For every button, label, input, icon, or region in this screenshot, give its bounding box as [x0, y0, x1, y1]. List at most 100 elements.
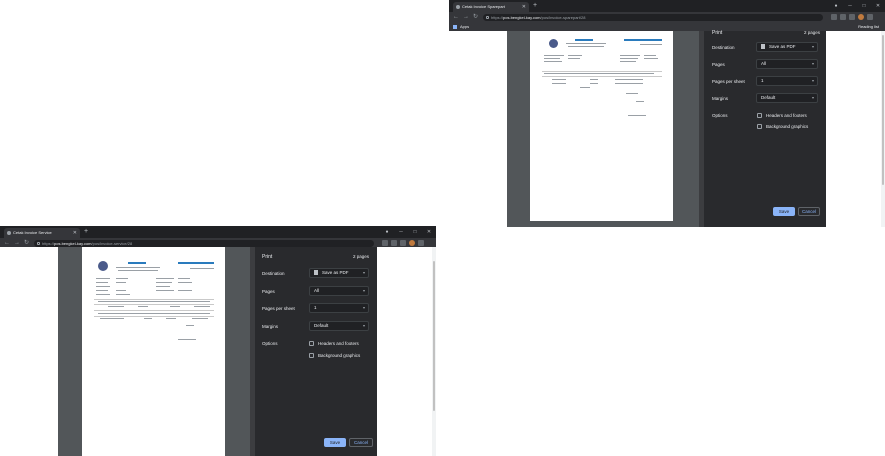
invoice-total	[626, 93, 638, 94]
pages-per-sheet-select[interactable]: 1 ▾	[756, 76, 818, 86]
address-bar[interactable]: https://pos.bengkel-kay.com/pos/invoice-…	[34, 240, 374, 247]
background-graphics-checkbox[interactable]	[757, 124, 762, 129]
chevron-down-icon: ▾	[362, 270, 365, 275]
pdf-icon	[314, 270, 318, 276]
minimize-button[interactable]: ─	[843, 0, 857, 12]
cancel-button[interactable]: Cancel	[349, 438, 373, 447]
invoice-field	[620, 61, 636, 62]
invoice-field	[544, 58, 560, 59]
print-preview	[58, 247, 255, 456]
options-label: Options	[712, 113, 728, 118]
new-tab-button[interactable]: +	[84, 227, 88, 237]
destination-label: Destination	[262, 271, 285, 276]
headers-footers-checkbox[interactable]	[757, 113, 762, 118]
window-controls: ● ─ □ ✕	[380, 226, 436, 238]
margins-label: Margins	[262, 324, 279, 329]
background-graphics-checkbox[interactable]	[309, 353, 314, 358]
back-arrow-icon[interactable]: ←	[453, 12, 459, 23]
destination-select[interactable]: Save as PDF ▾	[756, 42, 818, 52]
invoice-field	[96, 290, 108, 291]
invoice-heading	[178, 262, 214, 264]
page-content: Print 2 pages Destination Save as PDF ▾ P…	[0, 247, 436, 456]
close-tab-icon[interactable]: ✕	[73, 228, 77, 238]
chevron-down-icon: ▾	[811, 95, 814, 100]
margins-label: Margins	[712, 96, 729, 101]
print-title: Print	[262, 254, 273, 260]
margins-value: Default	[314, 323, 329, 328]
headers-footers-checkbox[interactable]	[309, 341, 314, 346]
save-button[interactable]: Save	[773, 207, 795, 216]
invoice-table-header	[98, 313, 210, 314]
pages-value: All	[761, 61, 767, 66]
close-window-button[interactable]: ✕	[871, 0, 885, 12]
print-settings-panel: Print 2 pages Destination Save as PDF ▾ P…	[255, 247, 377, 456]
pages-select[interactable]: All ▾	[756, 59, 818, 69]
toolbar-icons	[382, 240, 424, 246]
invoice-table-rule	[94, 299, 214, 300]
page-scrollbar[interactable]	[432, 247, 436, 456]
headers-footers-label: Headers and footers	[766, 113, 807, 118]
reload-icon[interactable]: ↻	[473, 12, 478, 23]
maximize-button[interactable]: □	[408, 226, 422, 238]
star-icon[interactable]	[831, 14, 837, 20]
invoice-table-header	[98, 301, 210, 302]
minimize-button[interactable]: ─	[394, 226, 408, 238]
url-host: pos.bengkel-kay.com	[503, 15, 541, 20]
invoice-number	[190, 268, 214, 269]
invoice-table-row	[194, 306, 210, 307]
invoice-signature	[628, 115, 646, 116]
invoice-field	[178, 278, 190, 279]
star-icon[interactable]	[382, 240, 388, 246]
destination-select[interactable]: Save as PDF ▾	[309, 268, 369, 278]
invoice-address-line	[116, 267, 160, 268]
pages-per-sheet-value: 1	[314, 305, 317, 310]
close-window-button[interactable]: ✕	[422, 226, 436, 238]
invoice-field	[178, 282, 192, 283]
extension-icon[interactable]	[849, 14, 855, 20]
destination-value: Save as PDF	[769, 44, 796, 49]
invoice-table-rule	[94, 310, 214, 311]
extensions-icon[interactable]	[391, 240, 397, 246]
pages-per-sheet-select[interactable]: 1 ▾	[309, 303, 369, 313]
chevron-down-icon: ▾	[811, 61, 814, 66]
invoice-logo	[98, 261, 108, 271]
forward-arrow-icon[interactable]: →	[463, 12, 469, 23]
address-bar[interactable]: https://pos.bengkel-kay.com/pos/invoice-…	[483, 14, 823, 21]
pages-value: All	[314, 288, 320, 293]
invoice-field	[156, 286, 170, 287]
avatar[interactable]	[409, 240, 415, 246]
chevron-down-icon: ▾	[362, 323, 365, 328]
apps-shortcut[interactable]: Apps	[453, 23, 469, 31]
account-icon[interactable]: ●	[829, 0, 843, 12]
invoice-field	[96, 278, 110, 279]
tab-invoice-service[interactable]: Cetak Invoice Service ✕	[4, 228, 80, 238]
invoice-table-row	[100, 318, 124, 319]
extensions-icon[interactable]	[840, 14, 846, 20]
more-vertical-icon[interactable]	[867, 14, 873, 20]
tab-invoice-sparepart[interactable]: Cetak Invoice Sparepart ✕	[453, 2, 529, 12]
extension-icon[interactable]	[400, 240, 406, 246]
account-icon[interactable]: ●	[380, 226, 394, 238]
invoice-shop-name	[575, 39, 593, 41]
invoice-table-row	[590, 83, 598, 84]
new-tab-button[interactable]: +	[533, 1, 537, 11]
maximize-button[interactable]: □	[857, 0, 871, 12]
margins-select[interactable]: Default ▾	[756, 93, 818, 103]
browser-toolbar: ← → ↻ https://pos.bengkel-kay.com/pos/in…	[449, 12, 885, 23]
page-scrollbar[interactable]	[881, 31, 885, 227]
save-button[interactable]: Save	[324, 438, 346, 447]
close-tab-icon[interactable]: ✕	[522, 2, 526, 12]
margins-select[interactable]: Default ▾	[309, 321, 369, 331]
background-graphics-label: Background graphics	[318, 353, 361, 358]
more-vertical-icon[interactable]	[418, 240, 424, 246]
avatar[interactable]	[858, 14, 864, 20]
invoice-field	[156, 282, 172, 283]
pages-select[interactable]: All ▾	[309, 286, 369, 296]
reading-list[interactable]: Reading list	[858, 23, 879, 31]
favicon-icon	[456, 5, 460, 9]
chevron-down-icon: ▾	[362, 305, 365, 310]
invoice-table-row	[138, 306, 148, 307]
invoice-table-header	[544, 73, 654, 74]
cancel-button[interactable]: Cancel	[798, 207, 820, 216]
tab-title: Cetak Invoice Sparepart	[462, 4, 505, 9]
